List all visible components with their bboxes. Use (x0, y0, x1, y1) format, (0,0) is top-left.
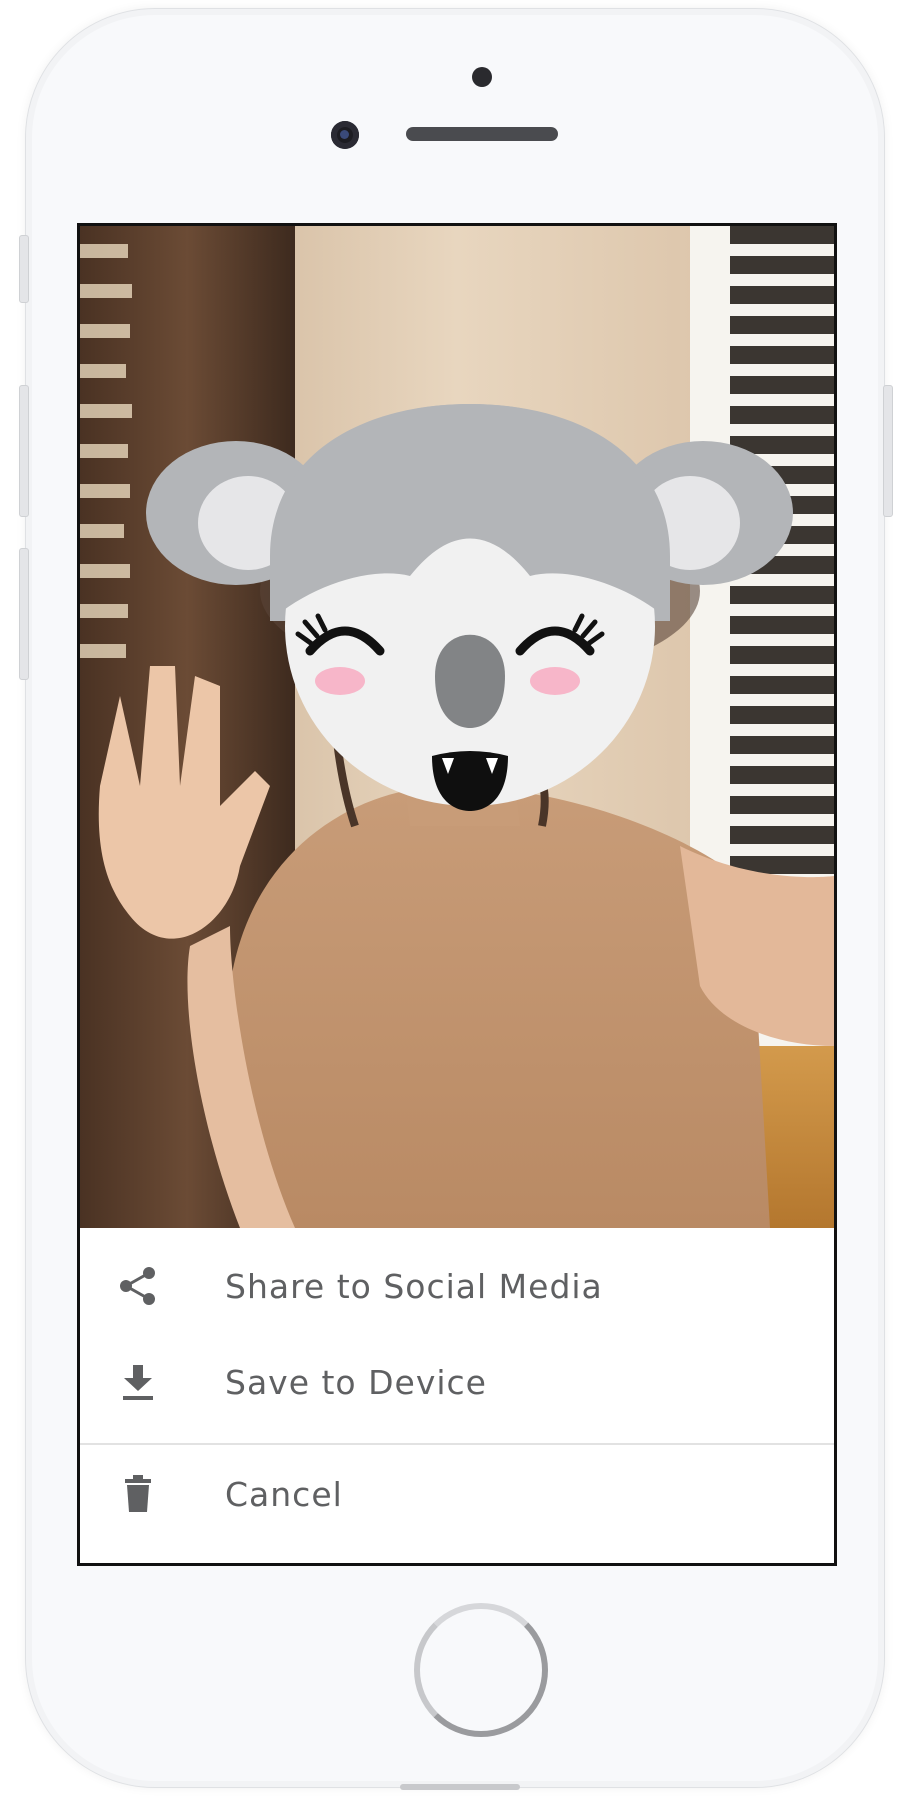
share-icon (116, 1264, 160, 1308)
home-button[interactable] (414, 1603, 548, 1737)
lightning-port (400, 1784, 520, 1790)
volume-up-button[interactable] (19, 385, 29, 517)
share-to-social-media-button[interactable]: Share to Social Media (80, 1238, 834, 1334)
menu-divider (80, 1443, 834, 1445)
cancel-button[interactable]: Cancel (80, 1446, 834, 1542)
photo-preview (80, 226, 834, 1228)
front-camera (331, 121, 359, 149)
mute-switch[interactable] (19, 235, 29, 303)
volume-down-button[interactable] (19, 548, 29, 680)
earpiece-speaker (406, 127, 558, 141)
save-to-device-button[interactable]: Save to Device (80, 1334, 834, 1430)
phone-screen: Share to Social Media Save to Device Can… (77, 223, 837, 1566)
power-button[interactable] (883, 385, 893, 517)
cancel-label: Cancel (225, 1474, 343, 1514)
trash-icon (116, 1472, 160, 1516)
proximity-sensor (472, 67, 492, 87)
download-icon (116, 1360, 160, 1404)
share-to-social-media-label: Share to Social Media (225, 1266, 603, 1306)
save-to-device-label: Save to Device (225, 1362, 487, 1402)
share-action-sheet: Share to Social Media Save to Device Can… (80, 1228, 834, 1563)
